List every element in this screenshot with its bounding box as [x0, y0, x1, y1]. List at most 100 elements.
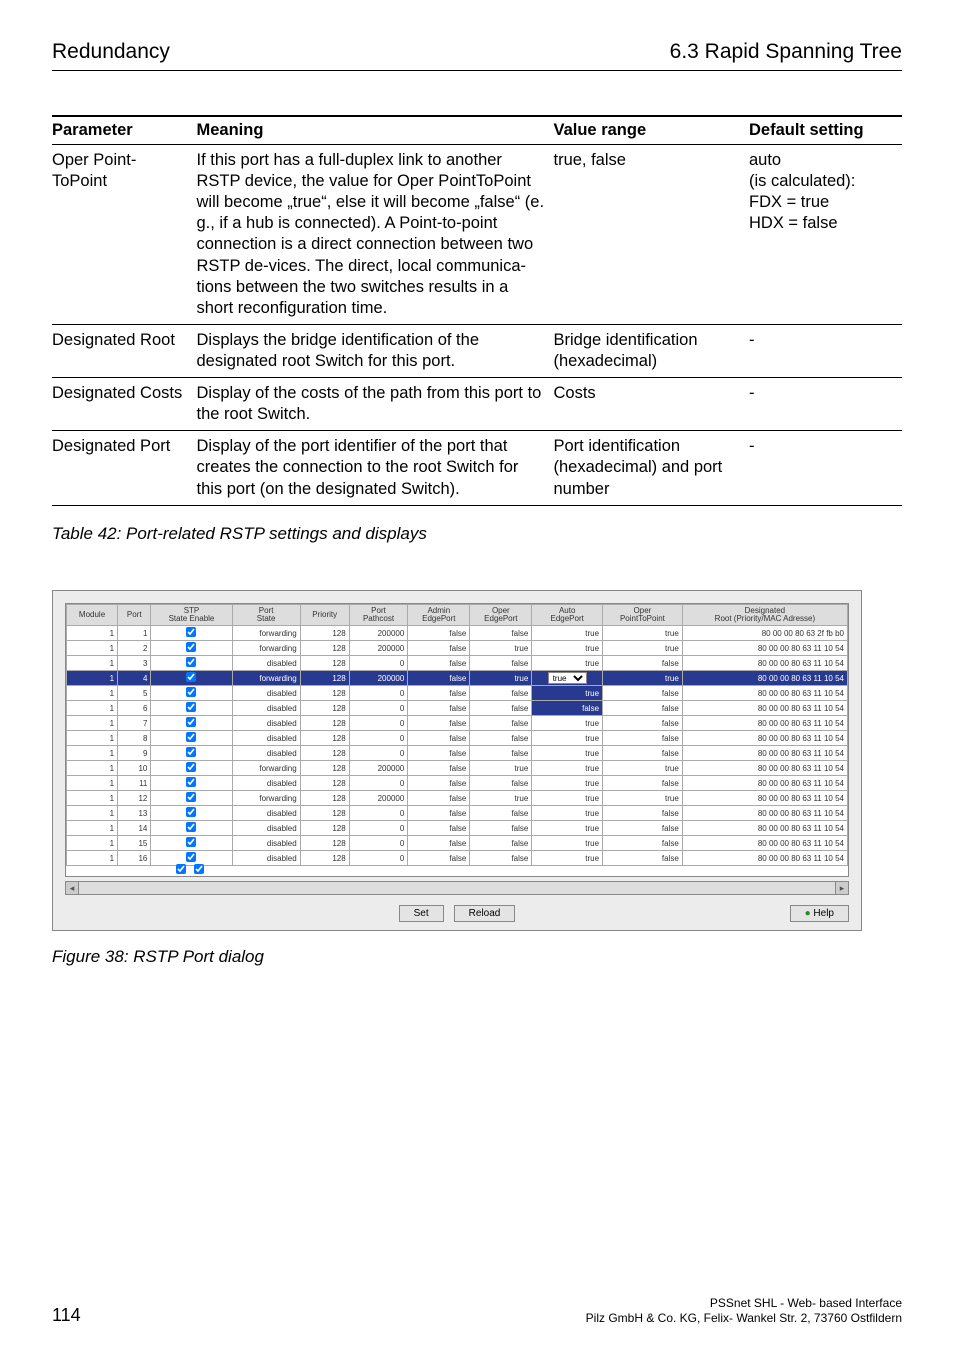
table-cell: false — [603, 821, 683, 836]
table-cell: false — [603, 716, 683, 731]
figure-caption: Figure 38: RSTP Port dialog — [52, 947, 902, 967]
table-row[interactable]: 14forwarding128200000falsetruetruefalset… — [67, 671, 848, 686]
table-cell: false — [470, 626, 532, 641]
table-row[interactable]: 112forwarding128200000falsetruetruetrue8… — [67, 791, 848, 806]
table-row[interactable]: 16disabled1280falsefalsefalsefalse80 00 … — [67, 701, 848, 716]
table-cell: false — [603, 746, 683, 761]
stp-enable-checkbox[interactable] — [186, 747, 196, 757]
stp-enable-checkbox[interactable] — [186, 792, 196, 802]
reload-button[interactable]: Reload — [454, 905, 516, 922]
stp-enable-checkbox[interactable] — [186, 732, 196, 742]
table-cell: false — [603, 836, 683, 851]
table-cell: 80 00 00 80 63 11 10 54 — [682, 806, 847, 821]
stray-checkbox[interactable] — [194, 864, 204, 874]
table-row[interactable]: 11forwarding128200000falsefalsetruetrue8… — [67, 626, 848, 641]
enable-cell — [151, 641, 232, 656]
stp-enable-checkbox[interactable] — [186, 762, 196, 772]
enable-cell — [151, 851, 232, 866]
stp-enable-checkbox[interactable] — [186, 717, 196, 727]
column-header: Module — [67, 604, 118, 626]
table-row[interactable]: 19disabled1280falsefalsetruefalse80 00 0… — [67, 746, 848, 761]
table-cell: Oper Point-ToPoint — [52, 145, 197, 325]
table-cell: forwarding — [232, 641, 300, 656]
stp-enable-checkbox[interactable] — [186, 852, 196, 862]
table-row[interactable]: 12forwarding128200000falsetruetruetrue80… — [67, 641, 848, 656]
table-cell: false — [470, 731, 532, 746]
table-row[interactable]: 113disabled1280falsefalsetruefalse80 00 … — [67, 806, 848, 821]
stp-enable-checkbox[interactable] — [186, 777, 196, 787]
table-cell: 80 00 00 80 63 11 10 54 — [682, 731, 847, 746]
table-cell: false — [408, 746, 470, 761]
table-row[interactable]: 111disabled1280falsefalsetruefalse80 00 … — [67, 776, 848, 791]
table-row[interactable]: 13disabled1280falsefalsetruefalse80 00 0… — [67, 656, 848, 671]
help-button[interactable]: ● Help — [790, 905, 849, 922]
stp-enable-checkbox[interactable] — [186, 642, 196, 652]
table-cell: false — [408, 806, 470, 821]
table-cell: forwarding — [232, 671, 300, 686]
table-row[interactable]: 15disabled1280falsefalsetruefalse80 00 0… — [67, 686, 848, 701]
table-cell: 1 — [67, 686, 118, 701]
table-cell: 2 — [118, 641, 151, 656]
enable-cell — [151, 806, 232, 821]
table-cell: false — [603, 731, 683, 746]
table-cell: true — [532, 656, 603, 671]
table-cell: disabled — [232, 821, 300, 836]
table-cell: forwarding — [232, 761, 300, 776]
table-cell: false — [470, 656, 532, 671]
table-cell: false — [408, 716, 470, 731]
scroll-left-icon[interactable]: ◂ — [65, 881, 79, 895]
enable-cell — [151, 821, 232, 836]
table-cell: false — [470, 851, 532, 866]
table-cell: true — [532, 791, 603, 806]
table-row[interactable]: 115disabled1280falsefalsetruefalse80 00 … — [67, 836, 848, 851]
table-cell: 0 — [349, 746, 408, 761]
stp-enable-checkbox[interactable] — [186, 822, 196, 832]
table-cell: auto (is calculated): FDX = true HDX = f… — [749, 145, 902, 325]
table-cell: 80 00 00 80 63 11 10 54 — [682, 761, 847, 776]
table-cell: true — [470, 671, 532, 686]
table-cell: 200000 — [349, 641, 408, 656]
table-cell: false — [603, 701, 683, 716]
auto-edgeport-select[interactable]: truefalse — [548, 672, 587, 684]
table-cell: false — [408, 791, 470, 806]
table-cell: 1 — [67, 701, 118, 716]
table-cell: 14 — [118, 821, 151, 836]
table-row[interactable]: 18disabled1280falsefalsetruefalse80 00 0… — [67, 731, 848, 746]
stp-enable-checkbox[interactable] — [186, 627, 196, 637]
table-cell: 1 — [67, 746, 118, 761]
scroll-track[interactable] — [79, 881, 835, 895]
parameter-table: Parameter Meaning Value range Default se… — [52, 115, 902, 506]
table-cell: 80 00 00 80 63 11 10 54 — [682, 641, 847, 656]
table-cell: 200000 — [349, 761, 408, 776]
table-cell: false — [603, 776, 683, 791]
set-button[interactable]: Set — [399, 905, 444, 922]
help-label: Help — [813, 908, 834, 919]
table-cell: false — [408, 776, 470, 791]
stp-enable-checkbox[interactable] — [186, 702, 196, 712]
stp-enable-checkbox[interactable] — [186, 672, 196, 682]
table-row[interactable]: 114disabled1280falsefalsetruefalse80 00 … — [67, 821, 848, 836]
scroll-right-icon[interactable]: ▸ — [835, 881, 849, 895]
enable-cell — [151, 671, 232, 686]
table-row[interactable]: 17disabled1280falsefalsetruefalse80 00 0… — [67, 716, 848, 731]
table-cell: 80 00 00 80 63 11 10 54 — [682, 836, 847, 851]
table-row[interactable]: 110forwarding128200000falsetruetruetrue8… — [67, 761, 848, 776]
table-cell: 4 — [118, 671, 151, 686]
table-cell: true — [532, 626, 603, 641]
table-cell: 1 — [67, 641, 118, 656]
table-cell: false — [408, 836, 470, 851]
stp-enable-checkbox[interactable] — [186, 687, 196, 697]
column-header: DesignatedRoot (Priority/MAC Adresse) — [682, 604, 847, 626]
stp-enable-checkbox[interactable] — [186, 837, 196, 847]
table-cell: false — [408, 641, 470, 656]
horizontal-scrollbar[interactable]: ◂ ▸ — [65, 881, 849, 895]
table-cell: disabled — [232, 716, 300, 731]
table-cell: 128 — [300, 671, 349, 686]
stp-enable-checkbox[interactable] — [186, 657, 196, 667]
table-cell: 12 — [118, 791, 151, 806]
stray-checkbox[interactable] — [176, 864, 186, 874]
table-cell: false — [408, 701, 470, 716]
stp-enable-checkbox[interactable] — [186, 807, 196, 817]
table-cell: true — [532, 641, 603, 656]
table-cell: disabled — [232, 806, 300, 821]
